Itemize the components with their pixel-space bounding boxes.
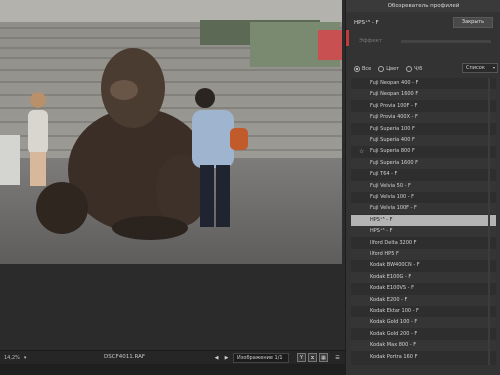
profile-item-label: Fuji Superia 1600 F [370, 159, 419, 166]
profile-item[interactable]: Fuji Velvia 100F - F [351, 203, 496, 215]
grid-view-button[interactable]: ▦ [319, 353, 328, 362]
filter-color-radio[interactable] [378, 66, 385, 72]
profile-item[interactable]: Fuji Velvia 50 - F [351, 180, 496, 192]
hamburger-icon: ☰ [335, 354, 340, 361]
filter-row: Все Цвет Ч/б Список ▾ [354, 63, 498, 75]
y-compare-icon: Y [299, 354, 304, 361]
photo-image [0, 0, 342, 264]
profile-item[interactable]: HPS⁺⁵ - F [351, 226, 496, 238]
filename: DSCF4011.RAF [104, 354, 146, 360]
profile-browser-panel: Обозреватель профилей HPS⁺⁵ - F Закрыть … [345, 0, 500, 375]
menu-button[interactable]: ☰ [333, 353, 342, 362]
profile-item-label: HPS⁺⁵ - F [370, 216, 393, 223]
view-mode-value: Список [466, 65, 485, 71]
profile-item[interactable]: Kodak E100G - F [351, 271, 496, 283]
profile-item[interactable]: Fuji Velvia 100 - F [351, 192, 496, 203]
zoom-value: 14,2% [4, 355, 20, 361]
profile-item[interactable]: Kodak Ektar 100 - F [351, 306, 496, 317]
panel-title: Обозреватель профилей [346, 0, 500, 12]
profile-item-label: Fuji Velvia 50 - F [370, 182, 411, 189]
profile-item-label: Fuji Provia 400X - F [370, 114, 418, 121]
chevron-down-icon: ▾ [492, 65, 495, 70]
profile-item[interactable]: Kodak Gold 200 - F [351, 329, 496, 340]
profile-item[interactable]: Kodak Max 800 - F [351, 340, 496, 352]
canvas-background [0, 264, 345, 350]
profile-item-label: Fuji Superia 400 F [370, 137, 415, 143]
compare-y-button[interactable]: Y [297, 353, 306, 362]
profile-item-label: Ilford Delta 3200 F [370, 239, 417, 246]
profile-item[interactable]: Kodak Gold 100 - F [351, 317, 496, 329]
profile-item-label: Kodak E200 - F [370, 296, 408, 303]
profile-item-label: Fuji Neopan 400 - F [370, 80, 419, 86]
image-counter: Изображение 1/1 [233, 353, 289, 363]
filter-all-label: Все [362, 66, 372, 72]
scrollbar[interactable] [488, 78, 490, 365]
filter-bw-label: Ч/б [414, 66, 423, 72]
triangle-left-icon: ◀ [214, 355, 219, 361]
chevron-down-icon: ▾ [23, 355, 27, 361]
profile-item-label: Fuji Provia 100F - F [370, 102, 418, 109]
profile-item-label: Kodak Gold 100 - F [370, 319, 418, 326]
profile-item-label: Fuji Velvia 100 - F [370, 194, 415, 200]
status-bar: 14,2% ▾ DSCF4011.RAF ◀ ▶ Изображение 1/1… [0, 350, 345, 364]
profile-item[interactable]: Fuji Neopan 1600 F [351, 89, 496, 101]
effect-slider[interactable] [401, 40, 491, 43]
profile-item[interactable]: HPS⁺⁵ - F [351, 214, 496, 226]
profile-item[interactable]: Fuji Superia 400 F [351, 135, 496, 146]
profile-item[interactable]: Fuji Neopan 400 - F [351, 78, 496, 89]
profile-item-label: Fuji T64 - F [370, 171, 398, 178]
profile-item-label: Fuji Velvia 100F - F [370, 205, 417, 212]
filter-all-radio[interactable] [354, 66, 360, 72]
star-icon[interactable]: ☆ [359, 146, 364, 157]
profile-item-label: Kodak E100G - F [370, 273, 412, 280]
selected-profile-label: HPS⁺⁵ - F [354, 20, 379, 26]
split-view-icon: ⧖ [310, 354, 315, 361]
profile-item-label: Ilford HP5 F [370, 251, 399, 257]
triangle-right-icon: ▶ [224, 355, 229, 361]
next-image-button[interactable]: ▶ [223, 354, 230, 362]
profile-item[interactable]: Kodak E100VS - F [351, 283, 496, 294]
profile-item[interactable]: Fuji Superia 1600 F [351, 157, 496, 169]
profile-item-label: Kodak E100VS - F [370, 285, 414, 292]
profile-item[interactable]: Fuji Superia 100 F [351, 124, 496, 135]
previous-image-button[interactable]: ◀ [213, 354, 220, 362]
profile-item[interactable]: Kodak BW400CN - F [351, 260, 496, 271]
effect-label: Эффект [359, 38, 383, 44]
zoom-level-select[interactable]: 14,2% ▾ [4, 353, 38, 363]
grid-icon: ▦ [321, 354, 326, 361]
filter-color-label: Цвет [386, 66, 400, 72]
profile-item-label: Kodak Max 800 - F [370, 342, 417, 349]
photo-preview[interactable] [0, 0, 342, 264]
view-mode-select[interactable]: Список ▾ [462, 63, 498, 73]
close-button[interactable]: Закрыть [453, 17, 493, 28]
profile-item[interactable]: Ilford HP5 F [351, 249, 496, 260]
profile-item-label: Fuji Neopan 1600 F [370, 91, 419, 98]
profile-item[interactable]: Kodak Portra 160 F [351, 352, 496, 363]
profile-item[interactable]: ☆ Fuji Superia 800 F [351, 146, 496, 157]
compare-split-button[interactable]: ⧖ [308, 353, 317, 362]
profile-item[interactable]: Ilford Delta 3200 F [351, 238, 496, 249]
profile-item[interactable]: Kodak E200 - F [351, 294, 496, 306]
profile-item[interactable]: Fuji Provia 100F - F [351, 101, 496, 112]
profile-item-label: Kodak BW400CN - F [370, 262, 420, 269]
filter-bw-radio[interactable] [406, 66, 413, 72]
profile-item[interactable]: Fuji T64 - F [351, 169, 496, 180]
profile-item-label: Kodak Ektar 100 - F [370, 308, 419, 314]
highlight-marker [346, 30, 349, 46]
profile-item-label: Kodak Portra 160 F [370, 353, 418, 360]
profile-list[interactable]: Fuji Neopan 400 - F Fuji Neopan 1600 F Fuj… [351, 78, 496, 365]
profile-item-label: Fuji Superia 100 F [370, 125, 415, 132]
profile-item-label: Fuji Superia 800 F [370, 148, 415, 155]
profile-item[interactable]: Fuji Provia 400X - F [351, 112, 496, 124]
profile-item-label: Kodak Gold 200 - F [370, 330, 418, 337]
profile-item-label: HPS⁺⁵ - F [370, 228, 393, 235]
